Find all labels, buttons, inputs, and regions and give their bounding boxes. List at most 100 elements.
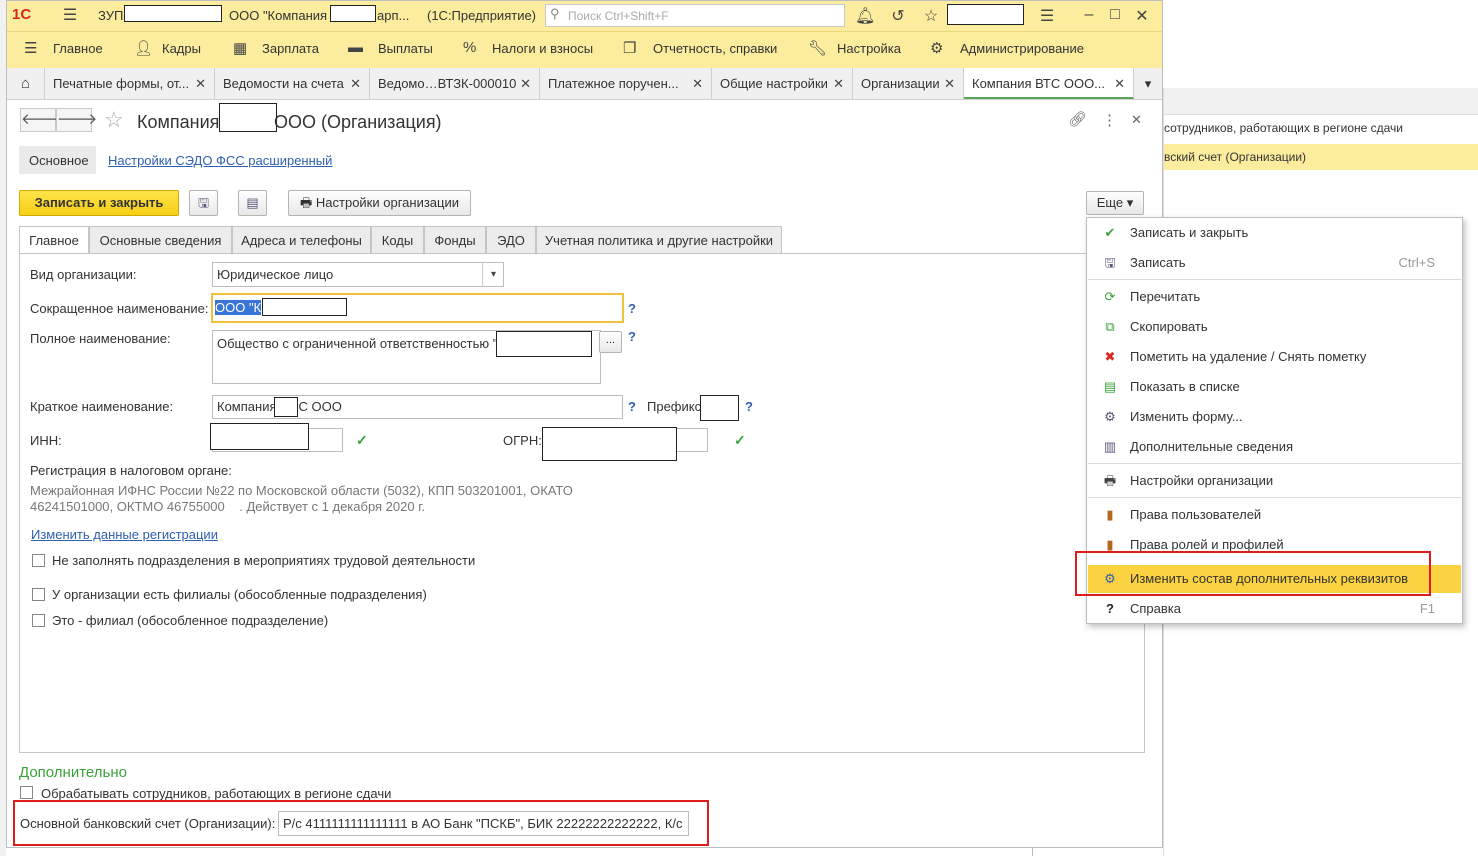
dd-mark-delete[interactable]: ✖ Пометить на удаление / Снять пометку: [1088, 343, 1461, 371]
hamburger-icon[interactable]: ☰: [60, 5, 80, 25]
user-name-redaction[interactable]: [947, 4, 1024, 25]
star-icon[interactable]: ☆: [921, 6, 941, 26]
menu-otchetnost[interactable]: Отчетность, справки: [653, 41, 777, 56]
open-tab[interactable]: Ведомо…ВТЗК-000010 ✕: [370, 68, 540, 99]
tab-osnovnye-svedeniya[interactable]: Основные сведения: [89, 226, 232, 253]
delete-mark-icon: ✖: [1104, 349, 1116, 364]
open-tab[interactable]: Организации ✕: [853, 68, 964, 99]
open-tab[interactable]: Платежное поручен... ✕: [540, 68, 712, 99]
history-icon[interactable]: ↺: [888, 6, 908, 26]
checkbox-no-departments[interactable]: [32, 554, 45, 567]
favorite-star-icon[interactable]: ☆: [104, 107, 124, 133]
more-button[interactable]: Еще ▾: [1086, 191, 1144, 215]
chevron-down-icon[interactable]: ▾: [482, 263, 504, 286]
floppy-icon: 🖫: [1104, 255, 1116, 270]
prefix-input[interactable]: [700, 395, 739, 421]
menu-kadry[interactable]: Кадры: [162, 41, 201, 56]
background-list-row-selected[interactable]: вский счет (Организации): [1164, 144, 1478, 170]
forward-button[interactable]: 🡒: [56, 108, 97, 132]
checkbox-region-employees[interactable]: [20, 786, 33, 799]
full-name-value: Общество с ограниченной ответственностью…: [217, 336, 498, 351]
close-tab-icon[interactable]: ✕: [833, 68, 844, 99]
document-button[interactable]: ▤: [238, 190, 267, 216]
dd-change-form[interactable]: ⚙ Изменить форму...: [1088, 403, 1461, 431]
dd-copy[interactable]: ⧉ Скопировать: [1088, 313, 1461, 341]
tab-fondy[interactable]: Фонды: [424, 226, 486, 253]
people-icon: 👤︎: [134, 40, 154, 57]
back-button[interactable]: 🡐: [20, 108, 61, 132]
nav-main[interactable]: Основное: [29, 153, 89, 168]
help-question-icon[interactable]: ?: [628, 399, 636, 414]
tax-reg-line1: Межрайонная ИФНС России №22 по Московско…: [30, 483, 573, 498]
dd-help[interactable]: ? Справка F1: [1088, 595, 1461, 623]
menu-nalogi[interactable]: Налоги и взносы: [492, 41, 593, 56]
tab-glavnoe[interactable]: Главное: [19, 226, 89, 254]
redaction: [330, 5, 376, 22]
tab-uchetnaya-politika[interactable]: Учетная политика и другие настройки: [536, 226, 782, 253]
dd-save-close[interactable]: ✔ Записать и закрыть: [1088, 219, 1461, 247]
menu-zarplata[interactable]: Зарплата: [262, 41, 319, 56]
checkbox-is-branch[interactable]: [32, 614, 45, 627]
open-tab-label: Общие настройки: [720, 76, 828, 91]
change-registration-link[interactable]: Изменить данные регистрации: [31, 527, 218, 542]
background-list-row[interactable]: сотрудников, работающих в регионе сдачи: [1164, 115, 1478, 141]
nav-sedo-link[interactable]: Настройки СЭДО ФСС расширенный: [108, 153, 332, 168]
dd-save[interactable]: 🖫 Записать Ctrl+S: [1088, 249, 1461, 277]
checkbox-has-branches[interactable]: [32, 588, 45, 601]
open-tab[interactable]: Печатные формы, от... ✕: [45, 68, 215, 99]
settings-lines-icon[interactable]: ☰: [1037, 6, 1057, 26]
bank-account-label: Основной банковский счет (Организации):: [20, 816, 276, 831]
close-icon[interactable]: ✕: [1132, 6, 1152, 26]
tab-adresa[interactable]: Адреса и телефоны: [232, 226, 371, 253]
tab-edo[interactable]: ЭДО: [486, 226, 536, 253]
redaction: [496, 331, 592, 357]
open-tab[interactable]: Ведомости на счета ✕: [215, 68, 370, 99]
bank-account-input[interactable]: Р/с 4111111111111111 в АО Банк "ПСКБ", Б…: [278, 811, 689, 836]
close-tab-icon[interactable]: ✕: [350, 68, 361, 99]
open-full-name-button[interactable]: ...: [599, 331, 622, 353]
link-icon[interactable]: 🔗︎: [1068, 110, 1087, 128]
close-tab-icon[interactable]: ✕: [944, 68, 955, 99]
dd-label: Записать: [1130, 255, 1186, 270]
dd-label: Записать и закрыть: [1130, 225, 1249, 240]
org-settings-button[interactable]: 🖶 Настройки организации: [288, 190, 471, 216]
open-tab[interactable]: Общие настройки ✕: [712, 68, 853, 99]
tab-kody[interactable]: Коды: [371, 226, 424, 253]
menu-icon: ☰: [24, 40, 38, 57]
open-tab-active[interactable]: Компания ВТС ООО... ✕: [964, 68, 1134, 99]
save-close-icon: ✔: [1104, 225, 1116, 240]
bank-account-value: Р/с 4111111111111111 в АО Банк "ПСКБ", Б…: [283, 816, 683, 831]
save-close-button[interactable]: Записать и закрыть: [19, 190, 179, 216]
help-icon: ?: [1106, 601, 1114, 616]
menu-nastroika[interactable]: Настройка: [837, 41, 901, 56]
close-tab-icon[interactable]: ✕: [1114, 68, 1125, 97]
home-icon[interactable]: ⌂: [7, 68, 45, 99]
menu-glavnoe[interactable]: Главное: [53, 41, 103, 56]
dd-label: Настройки организации: [1130, 473, 1274, 488]
dd-user-rights[interactable]: ▮ Права пользователей: [1088, 501, 1461, 529]
form-close-icon[interactable]: ✕: [1131, 112, 1142, 128]
help-question-icon[interactable]: ?: [745, 399, 753, 414]
close-tab-icon[interactable]: ✕: [520, 68, 531, 99]
save-floppy-button[interactable]: 🖫: [189, 190, 218, 216]
dd-additional-info[interactable]: ▥ Дополнительные сведения: [1088, 433, 1461, 461]
dd-org-settings[interactable]: 🖶 Настройки организации: [1088, 467, 1461, 495]
dd-reread[interactable]: ⟳ Перечитать: [1088, 283, 1461, 311]
close-tab-icon[interactable]: ✕: [692, 68, 703, 99]
org-type-select[interactable]: Юридическое лицо: [212, 262, 504, 287]
help-question-icon[interactable]: ?: [628, 329, 636, 344]
wrench-icon: 🔧︎: [808, 40, 828, 57]
minimize-icon[interactable]: –: [1079, 6, 1099, 24]
menu-vyplaty[interactable]: Выплаты: [378, 41, 433, 56]
help-question-icon[interactable]: ?: [628, 301, 636, 316]
redaction: [210, 423, 309, 450]
menu-administrirovanie[interactable]: Администрирование: [960, 41, 1084, 56]
title-suffix: арп...: [377, 8, 410, 23]
tabs-dropdown-icon[interactable]: ▾: [1134, 68, 1162, 99]
more-vertical-icon[interactable]: ⋮: [1102, 111, 1117, 129]
bell-icon[interactable]: 🔔︎: [855, 6, 875, 26]
dd-show-in-list[interactable]: ▤ Показать в списке: [1088, 373, 1461, 401]
printer-icon: 🖶: [300, 195, 316, 210]
close-tab-icon[interactable]: ✕: [195, 68, 206, 99]
maximize-icon[interactable]: □: [1105, 6, 1125, 24]
